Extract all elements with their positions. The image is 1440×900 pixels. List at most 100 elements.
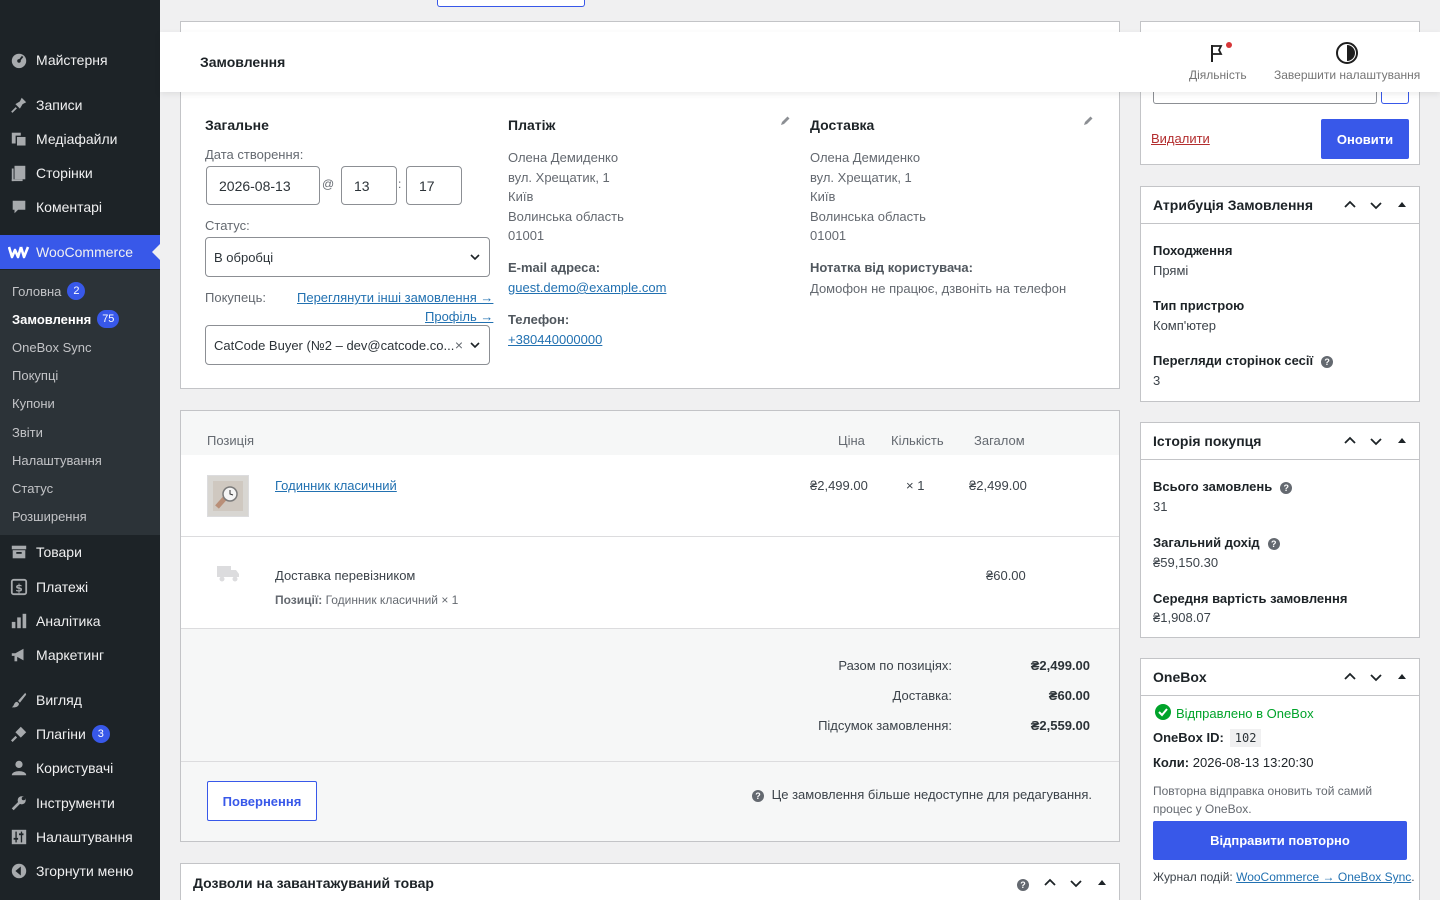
session-pageviews-value: 3 — [1153, 373, 1161, 388]
sidebar-item-woocommerce[interactable]: WooCommerce — [0, 235, 160, 269]
sidebar-item-plugins[interactable]: Плагіни 3 — [0, 717, 160, 751]
product-total: ₴2,499.00 — [969, 478, 1027, 493]
help-icon[interactable]: ? — [1280, 481, 1293, 494]
shipping-total: ₴60.00 — [986, 568, 1026, 583]
sidebar-item-posts[interactable]: Записи — [0, 88, 160, 122]
woocommerce-header: Замовлення Діяльність Завершити налаштув… — [160, 32, 1440, 92]
device-type-label: Тип пристрою — [1153, 298, 1245, 313]
resend-onebox-button[interactable]: Відправити повторно — [1153, 821, 1407, 860]
submenu-item-settings[interactable]: Налаштування — [12, 450, 102, 470]
delete-order-link[interactable]: Видалити — [1151, 131, 1210, 146]
move-up-icon[interactable] — [1341, 432, 1359, 453]
not-editable-notice: ? Це замовлення більше недоступне для ре… — [752, 787, 1092, 802]
billing-email-label: E-mail адреса: — [508, 260, 601, 275]
check-circle-icon — [1155, 704, 1171, 723]
sidebar-item-analytics[interactable]: Аналітика — [0, 604, 160, 638]
dollar-icon: $ — [0, 578, 36, 596]
submenu-item-extensions[interactable]: Розширення — [12, 506, 87, 526]
help-icon[interactable]: ? — [1017, 878, 1029, 891]
customer-profile-link[interactable]: Профіль → — [425, 309, 493, 324]
order-date-input[interactable]: 2026-08-13 — [206, 166, 320, 205]
sidebar-item-marketing[interactable]: Маркетинг — [0, 638, 160, 672]
order-minute-input[interactable]: 17 — [406, 166, 462, 205]
activity-button[interactable]: Діяльність — [1189, 40, 1247, 82]
product-name-link[interactable]: Годинник класичний — [275, 478, 397, 493]
panel-divider — [1141, 695, 1419, 696]
flag-icon — [1208, 40, 1232, 66]
submenu-item-status[interactable]: Статус — [12, 478, 53, 498]
sidebar-item-users[interactable]: Користувачі — [0, 751, 160, 785]
user-icon — [0, 759, 36, 777]
origin-value: Прямі — [1153, 263, 1189, 278]
help-icon: ? — [752, 789, 764, 802]
move-down-icon[interactable] — [1367, 196, 1385, 217]
sidebar-item-products[interactable]: Товари — [0, 535, 160, 569]
toggle-panel-icon[interactable] — [1093, 874, 1111, 895]
finish-setup-button[interactable]: Завершити налаштування — [1274, 40, 1420, 82]
submenu-item-customers[interactable]: Покупці — [12, 365, 58, 385]
customer-select[interactable]: CatCode Buyer (№2 – dev@catcode.co... × — [205, 325, 490, 365]
panel-controls — [1341, 668, 1411, 689]
submenu-item-home[interactable]: Головна 2 — [12, 281, 86, 301]
order-hour-input[interactable]: 13 — [341, 166, 397, 205]
shipping-total-value: ₴60.00 — [1048, 688, 1090, 703]
submenu-item-orders[interactable]: Замовлення 75 — [12, 309, 120, 329]
move-up-icon[interactable] — [1041, 874, 1059, 895]
submenu-item-coupons[interactable]: Купони — [12, 393, 55, 413]
help-icon[interactable]: ? — [1321, 355, 1334, 368]
orders-count-badge: 75 — [97, 310, 120, 328]
dashboard-icon — [0, 51, 36, 69]
panel-controls: ? — [1017, 874, 1111, 895]
download-permissions-title: Дозволи на завантажуваний товар — [193, 875, 434, 891]
sidebar-item-pages[interactable]: Сторінки — [0, 156, 160, 190]
move-down-icon[interactable] — [1067, 874, 1085, 895]
status-label: Статус: — [205, 218, 250, 233]
billing-heading: Платіж — [508, 117, 556, 133]
refund-button[interactable]: Повернення — [207, 781, 317, 821]
order-action-select-remnant[interactable] — [1153, 92, 1377, 104]
order-total-value: ₴2,559.00 — [1030, 718, 1090, 733]
average-order-value: ₴1,908.07 — [1153, 610, 1211, 625]
move-up-icon[interactable] — [1341, 668, 1359, 689]
edit-billing-pencil-icon[interactable] — [779, 115, 791, 130]
order-status-select[interactable]: В обробці — [205, 237, 490, 277]
shipping-truck-icon — [217, 564, 241, 585]
edit-shipping-pencil-icon[interactable] — [1082, 115, 1094, 130]
sidebar-item-comments[interactable]: Коментарі — [0, 190, 160, 224]
help-icon[interactable]: ? — [1267, 537, 1280, 550]
billing-email-link[interactable]: guest.demo@example.com — [508, 280, 666, 295]
toggle-panel-icon[interactable] — [1393, 196, 1411, 217]
shipping-items-meta: Позиції: Годинник класичний × 1 — [275, 593, 459, 607]
billing-phone-link[interactable]: +380440000000 — [508, 332, 602, 347]
items-subtotal-value: ₴2,499.00 — [1030, 658, 1090, 673]
attribution-panel: Атрибуція Замовлення Походження Прямі Ти… — [1140, 186, 1420, 402]
sidebar-item-collapse[interactable]: Згорнути меню — [0, 854, 160, 888]
submenu-item-onebox-sync[interactable]: OneBox Sync — [12, 337, 92, 357]
onebox-title: OneBox — [1153, 669, 1207, 685]
panel-divider — [1141, 223, 1419, 224]
view-other-orders-link[interactable]: Переглянути інші замовлення → — [297, 290, 493, 305]
clear-customer-button[interactable]: × — [455, 337, 463, 353]
sidebar-item-appearance[interactable]: Вигляд — [0, 683, 160, 717]
sidebar-item-tools[interactable]: Інструменти — [0, 786, 160, 820]
chevron-down-icon — [469, 339, 481, 354]
onebox-log-link[interactable]: WooCommerce → OneBox Sync — [1236, 870, 1411, 884]
sidebar-item-payments[interactable]: $ Платежі — [0, 570, 160, 604]
move-down-icon[interactable] — [1367, 668, 1385, 689]
sidebar-item-media[interactable]: Медіафайли — [0, 122, 160, 156]
date-created-label: Дата створення: — [205, 147, 304, 162]
admin-sidebar: Майстерня Записи Медіафайли Сторінки Ком… — [0, 0, 160, 900]
sliders-icon — [0, 828, 36, 846]
sidebar-item-dashboard[interactable]: Майстерня — [0, 43, 160, 77]
apply-action-button-remnant[interactable] — [1381, 92, 1409, 104]
submenu-item-reports[interactable]: Звіти — [12, 422, 43, 442]
sidebar-item-settings[interactable]: Налаштування — [0, 820, 160, 854]
update-order-button[interactable]: Оновити — [1321, 119, 1409, 159]
toggle-panel-icon[interactable] — [1393, 432, 1411, 453]
move-down-icon[interactable] — [1367, 432, 1385, 453]
move-up-icon[interactable] — [1341, 196, 1359, 217]
origin-label: Походження — [1153, 243, 1233, 258]
toggle-panel-icon[interactable] — [1393, 668, 1411, 689]
time-colon: : — [398, 177, 402, 191]
at-sign: @ — [322, 177, 335, 191]
